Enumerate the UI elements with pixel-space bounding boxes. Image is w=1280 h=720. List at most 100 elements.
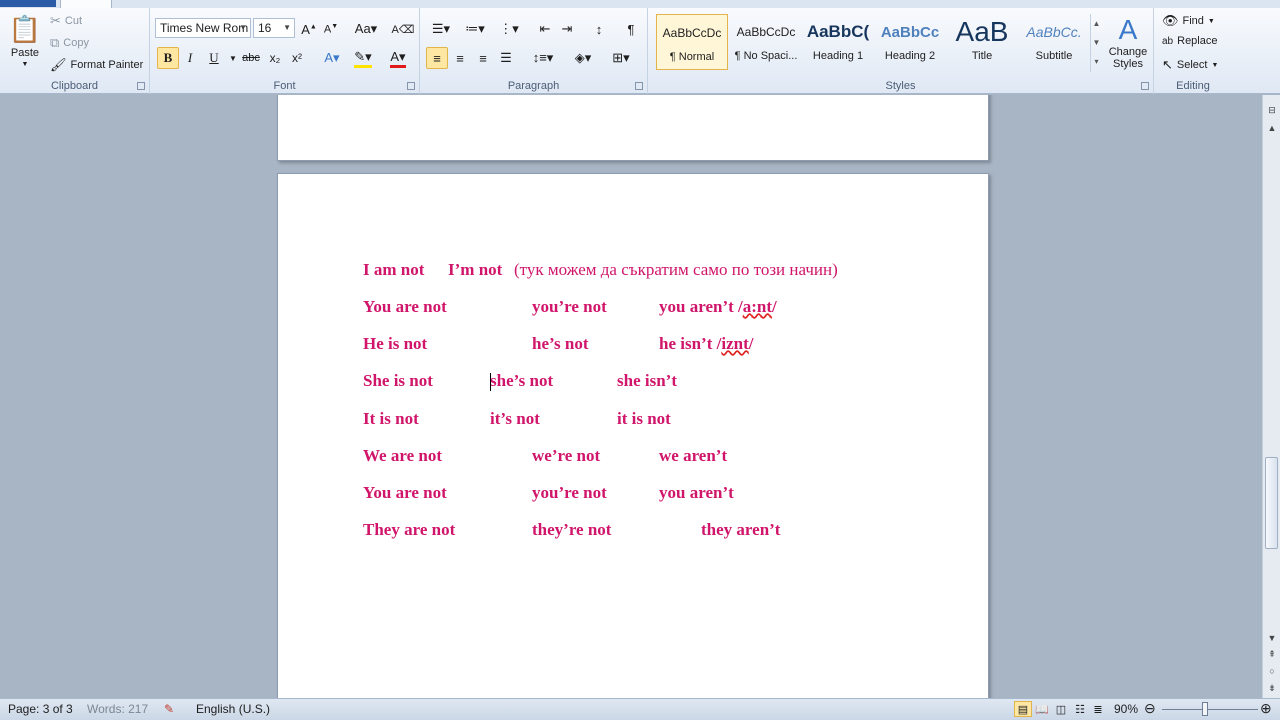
full-screen-reading-icon[interactable]: 📖 (1033, 701, 1051, 717)
word-count[interactable]: Words: 217 (87, 702, 148, 716)
justify-button[interactable]: ☰ (495, 47, 517, 69)
increase-indent-button[interactable]: ⇥ (556, 18, 578, 40)
style-heading-2[interactable]: AaBbCc Heading 2 (874, 14, 946, 70)
zoom-slider-thumb[interactable] (1202, 702, 1208, 716)
show-formatting-button[interactable]: ¶ (620, 18, 642, 40)
paragraph-dialog-launcher-icon[interactable] (635, 82, 643, 90)
italic-button[interactable]: I (179, 47, 201, 69)
numbering-button[interactable]: ≔▾ (460, 18, 490, 40)
strikethrough-button[interactable]: abc (238, 47, 264, 69)
borders-icon: ⊞▾ (612, 50, 630, 65)
change-case-button[interactable]: Aa▾ (352, 18, 380, 40)
next-page-icon[interactable]: ⇟ (1265, 681, 1279, 695)
paste-button[interactable]: 📋 Paste ▼ (6, 14, 44, 68)
font-family-select[interactable]: Times New Rom ▼ (155, 18, 251, 38)
style-title[interactable]: AaB Title (946, 14, 1018, 70)
grow-font-button[interactable]: A▲ (298, 18, 320, 40)
text-effects-button[interactable]: A▾ (318, 47, 346, 69)
editing-group-label: Editing (1176, 80, 1210, 92)
scroll-down-icon[interactable]: ▼ (1091, 33, 1102, 52)
zoom-in-icon[interactable]: ⊕ (1260, 700, 1272, 717)
shading-button[interactable]: ◈▾ (568, 47, 598, 69)
change-styles-button[interactable]: A Change Styles (1104, 14, 1152, 70)
alt-form-end: / (748, 334, 754, 353)
superscript-button[interactable]: x² (286, 47, 308, 69)
style-no-spacing[interactable]: AaBbCcDc ¶ No Spaci... (730, 14, 802, 70)
scroll-up-icon[interactable]: ▲ (1265, 121, 1279, 135)
shrink-font-button[interactable]: A▼ (320, 18, 342, 40)
sort-button[interactable]: ↕ (588, 18, 610, 40)
line-alt-form: she isn’t (617, 371, 677, 390)
style-sample: AaBbCcDc (662, 26, 722, 40)
proofing-icon[interactable]: ✎ (164, 702, 174, 716)
cut-button[interactable]: ✂ Cut (50, 13, 82, 29)
format-painter-label: Format Painter (70, 59, 144, 71)
change-case-icon: Aa▾ (354, 21, 378, 36)
font-size-select[interactable]: 16 ▼ (253, 18, 295, 38)
line-alt-form: it is not (617, 409, 671, 428)
select-button[interactable]: ↖ Select ▼ (1162, 57, 1218, 73)
format-painter-button[interactable]: 🖌 Format Painter (50, 57, 143, 73)
decrease-indent-button[interactable]: ⇤ (534, 18, 556, 40)
document-area[interactable]: I am not I’m not (тук можем да съкратим … (0, 95, 1262, 698)
language-indicator[interactable]: English (U.S.) (196, 702, 270, 716)
status-bar: Page: 3 of 3 Words: 217 ✎ English (U.S.)… (0, 698, 1280, 720)
bold-button[interactable]: B (157, 47, 179, 69)
print-layout-view-icon[interactable]: ▤ (1014, 701, 1032, 717)
style-heading-1[interactable]: AaBbC( Heading 1 (802, 14, 874, 70)
clear-formatting-button[interactable]: A⌫ (392, 18, 415, 40)
find-button[interactable]: 👁 Find ▼ (1162, 13, 1215, 29)
subscript-button[interactable]: x₂ (264, 47, 286, 69)
scroll-down-icon[interactable]: ▼ (1265, 631, 1279, 645)
draft-view-icon[interactable]: ≣ (1089, 701, 1107, 717)
sort-icon: ↕ (595, 21, 603, 37)
current-page[interactable]: I am not I’m not (тук можем да съкратим … (277, 173, 989, 698)
bullets-button[interactable]: ☰▾ (426, 18, 456, 40)
styles-dialog-launcher-icon[interactable] (1141, 82, 1149, 90)
page-indicator[interactable]: Page: 3 of 3 (8, 702, 73, 716)
previous-page[interactable] (277, 95, 989, 161)
font-dialog-launcher-icon[interactable] (407, 82, 415, 90)
home-tab[interactable] (60, 0, 112, 8)
ruler-toggle-icon[interactable]: ⊟ (1265, 103, 1279, 117)
line-spacing-button[interactable]: ↕≡▾ (528, 47, 558, 69)
line-full-form: He is not (363, 334, 428, 353)
line-alt-form: they aren’t (701, 520, 781, 539)
align-center-button[interactable]: ≡ (449, 47, 471, 69)
zoom-out-icon[interactable]: ⊖ (1144, 700, 1156, 717)
clipboard-dialog-launcher-icon[interactable] (137, 82, 145, 90)
file-tab[interactable] (0, 0, 56, 7)
align-center-icon: ≡ (456, 50, 464, 66)
line-alt-form: you aren’t (659, 483, 734, 502)
scrollbar-thumb[interactable] (1265, 457, 1278, 549)
align-right-button[interactable]: ≡ (472, 47, 494, 69)
clipboard-group: 📋 Paste ▼ ✂ Cut ⧉ Copy 🖌 Format Painter … (0, 8, 150, 94)
copy-button[interactable]: ⧉ Copy (50, 35, 89, 51)
outline-view-icon[interactable]: ☷ (1071, 701, 1089, 717)
line-full-form: They are not (363, 520, 456, 539)
pilcrow-icon: ¶ (627, 21, 635, 37)
vertical-scrollbar[interactable]: ⊟ ▲ ▼ ⇞ ○ ⇟ (1262, 95, 1280, 698)
zoom-slider-track[interactable] (1162, 709, 1258, 710)
web-layout-icon[interactable]: ◫ (1052, 701, 1070, 717)
style-normal[interactable]: AaBbCcDc ¶ Normal (656, 14, 728, 70)
font-color-button[interactable]: A▾ (384, 47, 412, 69)
style-subtitle[interactable]: AaBbCc. Subtitle (1018, 14, 1090, 70)
ribbon: 📋 Paste ▼ ✂ Cut ⧉ Copy 🖌 Format Painter … (0, 0, 1280, 94)
line-short-form: he’s not (532, 334, 589, 353)
borders-button[interactable]: ⊞▾ (604, 47, 638, 69)
multilevel-list-button[interactable]: ⋮▾ (494, 18, 524, 40)
chevron-down-icon: ▼ (229, 53, 237, 63)
gallery-scroll[interactable]: ▲ ▼ ▾ (1090, 14, 1102, 72)
previous-page-icon[interactable]: ⇞ (1265, 647, 1279, 661)
align-left-button[interactable]: ≡ (426, 47, 448, 69)
change-styles-label: Change Styles (1108, 46, 1148, 70)
cursor-arrow-icon: ↖ (1162, 57, 1173, 72)
scroll-up-icon[interactable]: ▲ (1091, 14, 1102, 33)
zoom-level[interactable]: 90% (1114, 702, 1138, 716)
gallery-more-icon[interactable]: ▾ (1091, 52, 1102, 71)
replace-button[interactable]: ab Replace (1162, 35, 1217, 47)
highlight-button[interactable]: ✎▾ (348, 47, 378, 69)
browse-object-icon[interactable]: ○ (1265, 664, 1279, 678)
line-alt-form: we aren’t (659, 446, 728, 465)
